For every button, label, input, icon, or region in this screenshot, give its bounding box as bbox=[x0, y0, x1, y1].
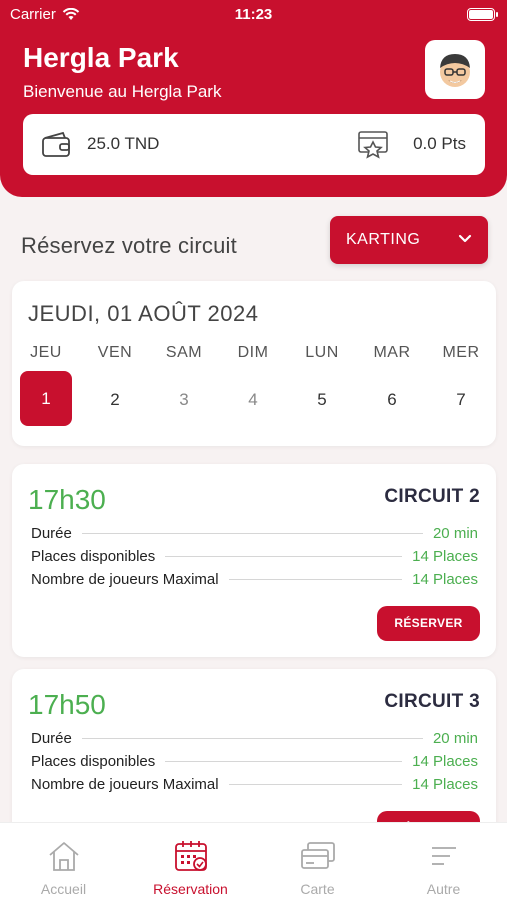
category-dropdown[interactable]: KARTING bbox=[330, 216, 488, 264]
info-label: Nombre de joueurs Maximal bbox=[31, 775, 219, 793]
day-number: 2 bbox=[110, 390, 120, 409]
info-label: Places disponibles bbox=[31, 547, 156, 565]
chevron-down-icon bbox=[458, 234, 472, 243]
session-card: 17h50 CIRCUIT 3 Durée 20 min Places disp… bbox=[12, 669, 496, 846]
points-value: 0.0 Pts bbox=[413, 134, 466, 153]
day-number: 1 bbox=[20, 371, 72, 426]
info-label: Durée bbox=[31, 524, 72, 542]
tab-label: Carte bbox=[300, 881, 335, 897]
cards-icon bbox=[300, 842, 335, 869]
info-value: 14 Places bbox=[412, 752, 478, 770]
info-label: Places disponibles bbox=[31, 752, 156, 770]
app-title: Hergla Park bbox=[23, 42, 179, 73]
home-icon bbox=[48, 842, 79, 871]
session-circuit: CIRCUIT 2 bbox=[384, 486, 480, 507]
menu-icon bbox=[431, 847, 456, 865]
battery-icon bbox=[467, 8, 498, 21]
day-name: LUN bbox=[305, 344, 339, 361]
selected-date-title: JEUDI, 01 AOÛT 2024 bbox=[28, 301, 259, 326]
avatar[interactable] bbox=[425, 40, 485, 99]
tab-label: Réservation bbox=[153, 881, 228, 897]
day-name: JEU bbox=[30, 344, 62, 361]
leader-line bbox=[228, 578, 403, 580]
session-time: 17h50 bbox=[28, 689, 106, 720]
category-dropdown-label: KARTING bbox=[346, 231, 421, 248]
info-value: 14 Places bbox=[412, 547, 478, 565]
info-row-max-players: Nombre de joueurs Maximal 14 Places bbox=[31, 569, 478, 589]
tab-autre[interactable]: Autre bbox=[380, 823, 507, 900]
wallet-balance: 25.0 TND bbox=[87, 134, 160, 153]
leader-line bbox=[81, 532, 423, 534]
day-number: 5 bbox=[317, 390, 327, 409]
avatar-icon bbox=[440, 53, 470, 87]
calendar-icon bbox=[174, 841, 207, 871]
tab-accueil[interactable]: Accueil bbox=[0, 823, 127, 900]
info-row-duration: Durée 20 min bbox=[31, 523, 478, 543]
tab-label: Autre bbox=[426, 881, 461, 897]
day-item[interactable]: LUN 5 bbox=[296, 344, 348, 420]
tab-reservation[interactable]: Réservation bbox=[127, 823, 254, 900]
day-name: MER bbox=[442, 344, 480, 361]
day-number: 7 bbox=[456, 390, 466, 409]
info-row-max-players: Nombre de joueurs Maximal 14 Places bbox=[31, 774, 478, 794]
leader-line bbox=[165, 760, 403, 762]
session-time: 17h30 bbox=[28, 484, 106, 515]
tab-carte[interactable]: Carte bbox=[254, 823, 381, 900]
day-number: 6 bbox=[387, 390, 397, 409]
day-name: DIM bbox=[237, 344, 269, 361]
header: Carrier 11:23 Hergla Park Bienvenue au H… bbox=[0, 0, 507, 197]
day-name: SAM bbox=[165, 344, 203, 361]
info-value: 14 Places bbox=[412, 775, 478, 793]
day-item[interactable]: VEN 2 bbox=[89, 344, 141, 420]
wallet-card[interactable]: 25.0 TND 0.0 Pts bbox=[23, 114, 485, 175]
info-row-duration: Durée 20 min bbox=[31, 728, 478, 748]
day-item[interactable]: JEU 1 bbox=[20, 344, 72, 426]
reserve-button[interactable]: RÉSERVER bbox=[377, 606, 480, 641]
day-number: 4 bbox=[248, 390, 258, 409]
day-item[interactable]: MER 7 bbox=[435, 344, 487, 420]
info-row-available-places: Places disponibles 14 Places bbox=[31, 751, 478, 771]
bottom-tab-bar: Accueil Réservation Carte Autre bbox=[0, 822, 507, 900]
status-bar: Carrier 11:23 bbox=[0, 0, 507, 30]
status-time: 11:23 bbox=[234, 6, 273, 23]
info-value: 20 min bbox=[432, 524, 478, 542]
info-value: 14 Places bbox=[412, 570, 478, 588]
leader-line bbox=[81, 737, 423, 739]
loyalty-card-icon bbox=[358, 131, 388, 159]
day-item[interactable]: SAM 3 bbox=[158, 344, 210, 420]
session-card: 17h30 CIRCUIT 2 Durée 20 min Places disp… bbox=[12, 464, 496, 657]
info-label: Nombre de joueurs Maximal bbox=[31, 570, 219, 588]
leader-line bbox=[165, 555, 403, 557]
wallet-icon bbox=[42, 131, 70, 157]
app-subtitle: Bienvenue au Hergla Park bbox=[23, 82, 222, 101]
day-name: MAR bbox=[373, 344, 411, 361]
day-name: VEN bbox=[97, 344, 133, 361]
date-picker-card: JEUDI, 01 AOÛT 2024 JEU 1 VEN 2 SAM 3 DI… bbox=[12, 281, 496, 446]
day-item[interactable]: DIM 4 bbox=[227, 344, 279, 420]
day-item[interactable]: MAR 6 bbox=[366, 344, 418, 420]
section-title: Réservez votre circuit bbox=[21, 233, 237, 258]
session-circuit: CIRCUIT 3 bbox=[384, 691, 480, 712]
info-label: Durée bbox=[31, 729, 72, 747]
day-number: 3 bbox=[179, 390, 189, 409]
leader-line bbox=[228, 783, 403, 785]
info-row-available-places: Places disponibles 14 Places bbox=[31, 546, 478, 566]
tab-label: Accueil bbox=[40, 881, 87, 897]
info-value: 20 min bbox=[432, 729, 478, 747]
